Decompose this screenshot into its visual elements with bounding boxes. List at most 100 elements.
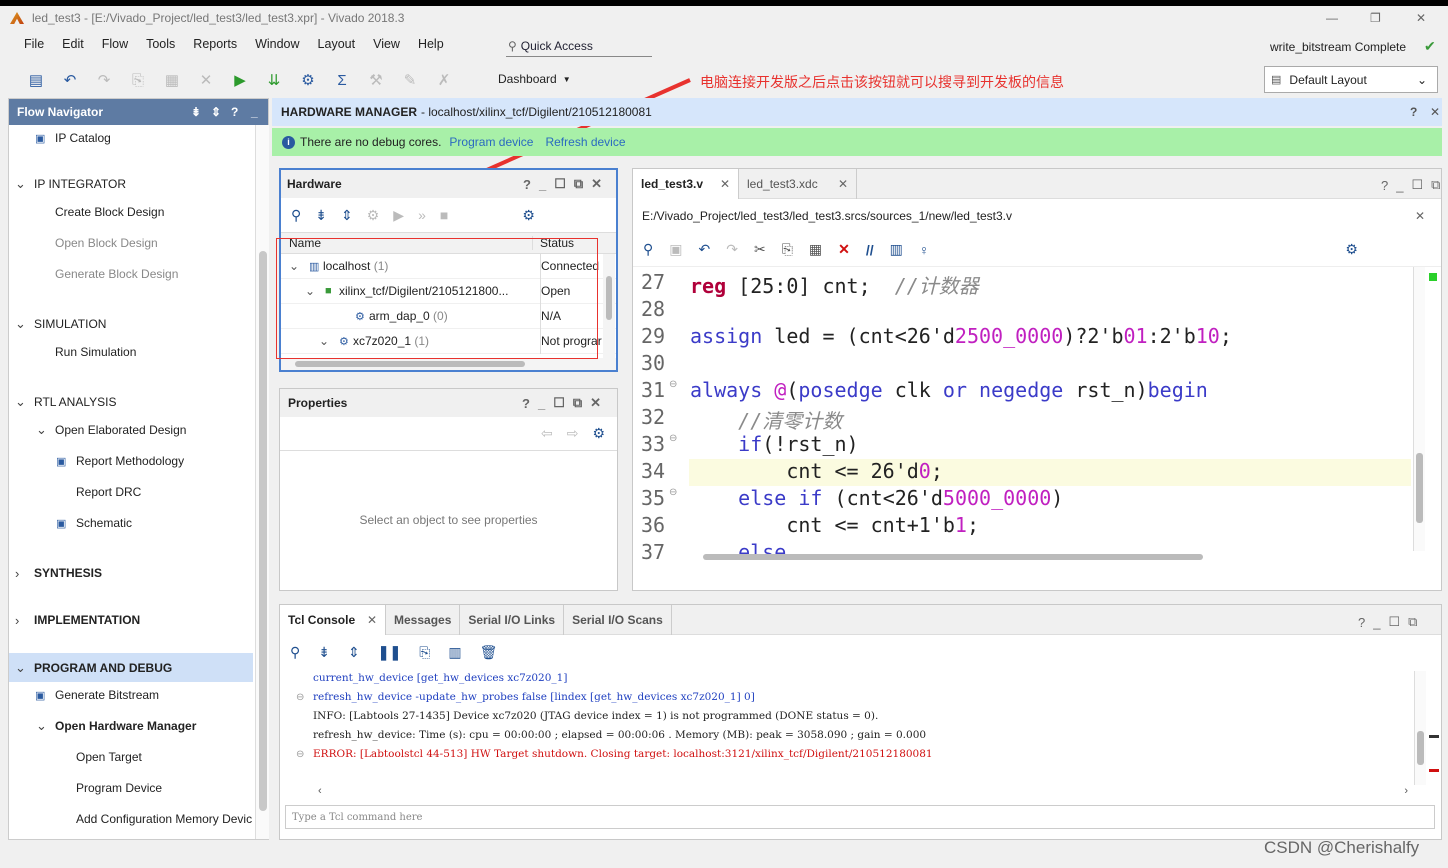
code-v-scrollbar[interactable] [1413, 267, 1425, 551]
minimize-icon[interactable]: _ [539, 177, 546, 192]
help-icon[interactable]: ? [1381, 178, 1388, 193]
flow-nav-item[interactable]: Program Device [9, 776, 253, 800]
tab-serial-io-scans[interactable]: Serial I/O Scans [564, 604, 672, 635]
settings-icon[interactable]: ⚙ [592, 425, 605, 442]
float-icon[interactable]: ⧉ [1408, 614, 1417, 630]
settings-icon[interactable]: ⚙ [296, 68, 320, 92]
fold-marker[interactable]: ⊖ [296, 749, 304, 760]
search-icon[interactable]: ⚲ [290, 644, 300, 661]
program-device-link[interactable]: Program device [449, 135, 533, 149]
fold-marker-31[interactable]: ⊖ [669, 379, 677, 390]
flow-nav-item[interactable]: Report DRC [9, 480, 253, 504]
code-area[interactable]: 27 28 29 30 31 32 33 34 35 36 37 reg [25:0] cnt; /… [633, 267, 1441, 565]
menu-view[interactable]: View [364, 37, 409, 57]
paste-icon[interactable]: ▦ [160, 68, 184, 92]
chevron-icon[interactable]: ⌄ [15, 316, 26, 332]
undo-icon[interactable]: ↶ [699, 241, 711, 258]
flow-nav-scrollbar[interactable] [255, 125, 269, 839]
undo-icon[interactable]: ↶ [58, 68, 82, 92]
flow-nav-item[interactable]: ⌄ IP INTEGRATOR [9, 172, 253, 196]
close-tab-icon[interactable]: ✕ [367, 613, 377, 627]
block-icon[interactable]: ▥ [890, 241, 903, 258]
menu-edit[interactable]: Edit [53, 37, 93, 57]
chevron-icon[interactable]: › [15, 566, 19, 581]
help-icon[interactable]: ? [1358, 615, 1365, 630]
expand-all-icon[interactable]: ⇕ [341, 207, 353, 224]
help-icon[interactable]: ? [523, 177, 531, 192]
back-icon[interactable]: ⇦ [541, 425, 553, 442]
tab-led-test3-xdc[interactable]: led_test3.xdc ✕ [739, 168, 857, 199]
chevron-icon[interactable]: ⌄ [36, 718, 47, 734]
flow-nav-item[interactable]: › IMPLEMENTATION [9, 608, 253, 632]
tcl-command-input[interactable]: Type a Tcl command here [285, 805, 1435, 829]
run-trigger-icon[interactable]: ▶ [393, 207, 404, 224]
chevron-icon[interactable]: ⌄ [15, 394, 26, 410]
flow-nav-item[interactable]: Run Simulation [9, 340, 253, 364]
flow-nav-item[interactable]: Open Target [9, 745, 253, 769]
chevron-icon[interactable]: ⌄ [15, 660, 26, 676]
scrollbar-thumb[interactable] [606, 276, 612, 320]
redo-icon[interactable]: ↷ [726, 241, 738, 258]
sigma-icon[interactable]: Σ [330, 68, 354, 92]
copy-icon[interactable]: ⎘ [782, 241, 793, 258]
settings-icon[interactable]: ⚙ [1345, 241, 1358, 258]
minimize-button[interactable]: — [1326, 11, 1338, 25]
tab-led-test3-v[interactable]: led_test3.v ✕ [633, 168, 739, 199]
comment-icon[interactable]: // [866, 242, 874, 258]
layout-select[interactable]: ▤ Default Layout ⌄ [1264, 66, 1438, 93]
flow-nav-item[interactable]: Create Block Design [9, 200, 253, 224]
chevron-icon[interactable]: › [15, 613, 19, 628]
float-icon[interactable]: ⧉ [573, 395, 582, 411]
maximize-icon[interactable]: ☐ [554, 176, 566, 192]
maximize-icon[interactable]: ☐ [553, 395, 565, 411]
redo-icon[interactable]: ↷ [92, 68, 116, 92]
minimize-panel-icon[interactable]: _ [251, 105, 258, 119]
close-icon[interactable]: ✕ [590, 395, 601, 411]
expand-all-icon[interactable]: ⇕ [211, 105, 221, 119]
menu-layout[interactable]: Layout [309, 37, 365, 57]
flow-nav-item[interactable]: ⌄ PROGRAM AND DEBUG [9, 653, 253, 682]
quick-access-search[interactable]: ⚲ Quick Access [506, 35, 652, 57]
maximize-button[interactable]: ❐ [1370, 11, 1381, 25]
minimize-icon[interactable]: _ [1373, 615, 1380, 630]
code-h-scrollbar[interactable] [693, 551, 1411, 563]
delete-icon[interactable]: ✕ [838, 241, 850, 258]
table-icon[interactable]: ▥ [448, 644, 461, 661]
flow-nav-item[interactable]: ⌄ Open Elaborated Design [9, 418, 253, 442]
close-icon[interactable]: ✕ [1415, 209, 1425, 223]
flow-nav-item[interactable]: ⌄ RTL ANALYSIS [9, 390, 253, 414]
paste-icon[interactable]: ▦ [809, 241, 822, 258]
scrollbar-thumb[interactable] [703, 554, 1203, 560]
fold-marker-33[interactable]: ⊖ [669, 433, 677, 444]
maximize-icon[interactable]: ☐ [1388, 614, 1400, 630]
scrollbar-thumb[interactable] [1417, 731, 1424, 765]
fold-marker-35[interactable]: ⊖ [669, 487, 677, 498]
search-icon[interactable]: ⚲ [643, 241, 653, 258]
stop-icon[interactable]: ■ [440, 207, 448, 223]
close-icon[interactable]: ✕ [591, 176, 602, 192]
search-icon[interactable]: ⚲ [291, 207, 301, 224]
scrollbar-thumb[interactable] [259, 251, 267, 811]
close-tab-icon[interactable]: ✕ [838, 177, 848, 191]
tab-tcl-console[interactable]: Tcl Console ✕ [280, 604, 386, 635]
collapse-all-icon[interactable]: ⇟ [315, 207, 327, 224]
open-folder-icon[interactable]: ▤ [24, 68, 48, 92]
forward-icon[interactable]: ⇨ [567, 425, 579, 442]
menu-file[interactable]: File [15, 37, 53, 57]
float-icon[interactable]: ⧉ [574, 176, 583, 192]
hint-bulb-icon[interactable]: ♀ [919, 242, 930, 258]
menu-reports[interactable]: Reports [184, 37, 246, 57]
tab-serial-io-links[interactable]: Serial I/O Links [460, 604, 565, 635]
expand-all-icon[interactable]: ⇕ [348, 644, 360, 661]
cut-icon[interactable]: ✂ [754, 241, 766, 258]
collapse-all-icon[interactable]: ⇟ [318, 644, 330, 661]
hardware-h-scrollbar[interactable] [281, 358, 616, 370]
auto-connect-icon[interactable]: ⚙ [367, 207, 380, 224]
flow-nav-item[interactable]: › SYNTHESIS [9, 561, 253, 585]
scrollbar-thumb[interactable] [295, 361, 525, 367]
console-h-scrollbar[interactable]: ‹ › [316, 785, 1412, 799]
tab-messages[interactable]: Messages [386, 604, 461, 635]
flow-nav-item[interactable]: ⌄ Open Hardware Manager [9, 714, 253, 738]
help-icon[interactable]: ? [231, 105, 238, 119]
close-window-button[interactable]: ✕ [1416, 11, 1426, 25]
